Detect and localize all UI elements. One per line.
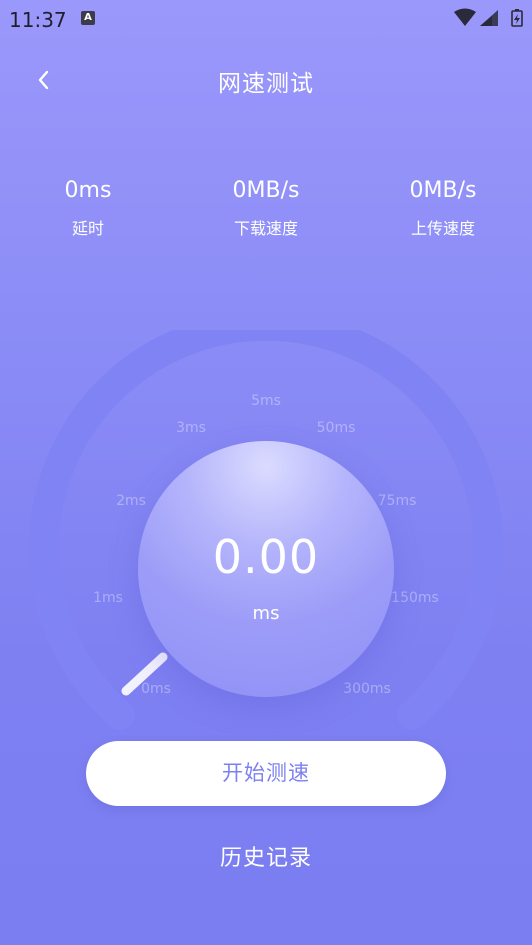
tick-300ms: 300ms (343, 681, 391, 697)
tick-50ms: 50ms (316, 420, 356, 436)
start-test-button[interactable]: 开始测速 (86, 741, 446, 806)
top-header: 网速测试 (0, 56, 532, 100)
status-time: 11:37 (9, 8, 67, 32)
metric-latency: 0ms 延时 (8, 178, 168, 239)
latency-label: 延时 (71, 219, 104, 238)
page-title: 网速测试 (218, 71, 314, 97)
download-value: 0MB/s (232, 178, 300, 203)
tick-0ms: 0ms (141, 681, 171, 697)
notification-a-icon: A (81, 11, 95, 25)
wifi-icon (454, 8, 476, 26)
tick-75ms: 75ms (377, 493, 417, 509)
upload-value: 0MB/s (409, 178, 477, 203)
system-icons (454, 8, 523, 27)
tick-1ms: 1ms (93, 590, 123, 606)
speed-unit: ms (252, 603, 280, 624)
tick-5ms: 5ms (251, 393, 281, 409)
metric-download: 0MB/s 下载速度 (186, 178, 346, 239)
signal-icon (480, 10, 498, 26)
tick-2ms: 2ms (116, 493, 146, 509)
upload-label: 上传速度 (410, 219, 475, 238)
battery-icon (511, 9, 523, 27)
download-label: 下载速度 (233, 219, 298, 238)
latency-value: 0ms (64, 178, 112, 203)
history-link[interactable]: 历史记录 (0, 840, 532, 872)
tick-150ms: 150ms (391, 590, 439, 606)
status-bar: 11:37 A (0, 0, 532, 36)
metric-upload: 0MB/s 上传速度 (363, 178, 523, 239)
tick-3ms: 3ms (176, 420, 206, 436)
speed-reading: 0.00 (212, 530, 320, 584)
